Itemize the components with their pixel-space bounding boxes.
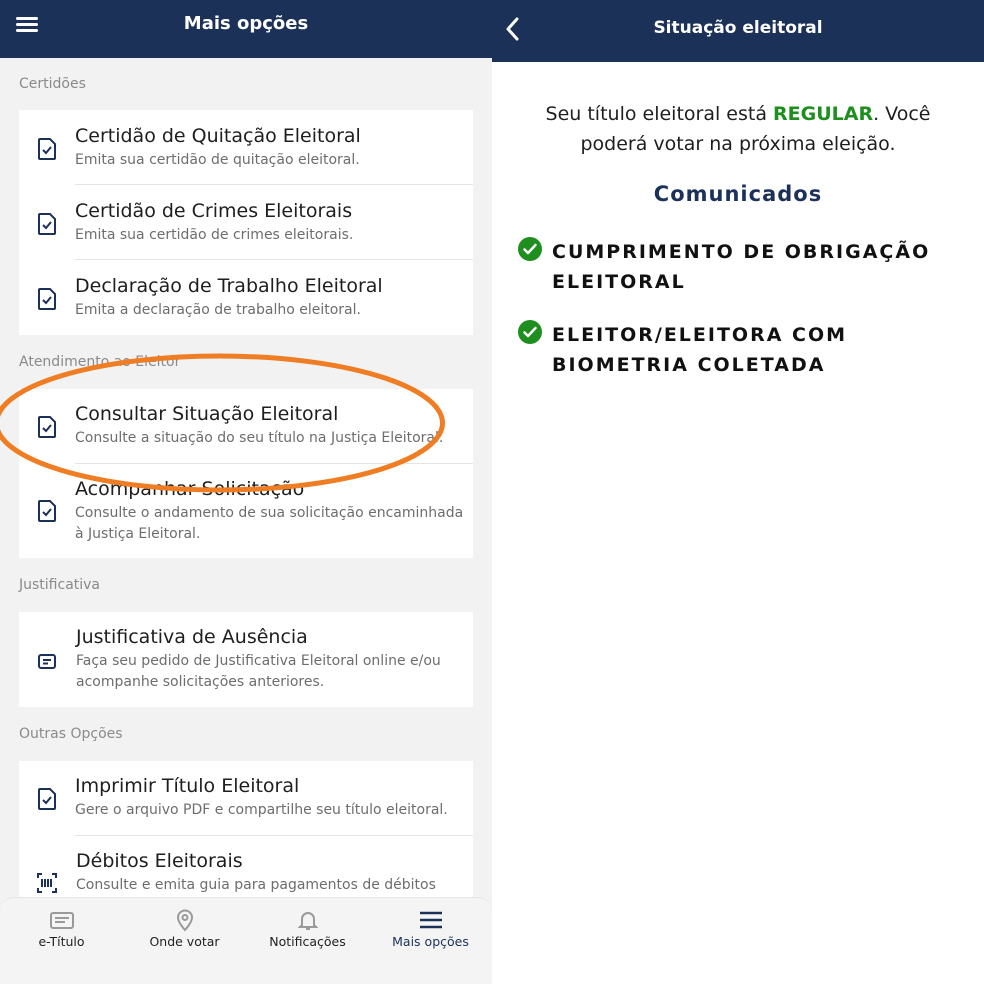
document-check-icon [38, 416, 56, 438]
message-box-icon [38, 654, 56, 669]
nav-tab-onde-votar[interactable]: Onde votar [123, 898, 246, 984]
page-title: Situação eleitoral [653, 18, 823, 38]
nav-tab-e-titulo[interactable]: e-Título [0, 898, 123, 984]
menu-item-subtitle: Faça seu pedido de Justificativa Eleitor… [76, 653, 441, 690]
nav-label: Onde votar [149, 934, 220, 949]
section-label-atendimento: Atendimento ao Eleitor [19, 354, 181, 370]
nav-tab-mais-opcoes[interactable]: Mais opções [369, 898, 492, 984]
more-options-screen: Mais opções Certidões Certidão de Quitaç… [0, 0, 492, 984]
menu-item-subtitle: Consulte o andamento de sua solicitação … [75, 505, 464, 542]
hamburger-menu-icon [419, 911, 442, 929]
top-app-bar: Mais opções [0, 0, 492, 58]
menu-item-subtitle: Consulte a situação do seu título na Jus… [75, 430, 444, 446]
menu-item-acompanhar-solicitacao[interactable]: Acompanhar Solicitação Consulte o andame… [19, 464, 473, 558]
section-card-atendimento: Consultar Situação Eleitoral Consulte a … [19, 389, 473, 558]
notice-text: CUMPRIMENTO DE OBRIGAÇÃO ELEITORAL [552, 241, 931, 293]
menu-item-declaracao-trabalho[interactable]: Declaração de Trabalho Eleitoral Emita a… [19, 260, 473, 335]
nav-tab-notificacoes[interactable]: Notificações [246, 898, 369, 984]
nav-label: Mais opções [392, 934, 469, 949]
menu-item-title: Acompanhar Solicitação [75, 478, 305, 500]
menu-item-title: Imprimir Título Eleitoral [75, 775, 300, 797]
section-card-certidoes: Certidão de Quitação Eleitoral Emita sua… [19, 110, 473, 335]
status-value: REGULAR [773, 103, 874, 125]
menu-item-imprimir-titulo[interactable]: Imprimir Título Eleitoral Gere o arquivo… [19, 761, 473, 836]
comunicados-heading: Comunicados [653, 182, 823, 206]
document-check-icon [38, 138, 56, 160]
menu-item-title: Certidão de Quitação Eleitoral [75, 125, 361, 147]
check-circle-icon [518, 237, 542, 261]
document-check-icon [38, 500, 56, 522]
page-title: Mais opções [183, 13, 309, 34]
map-pin-icon [176, 909, 193, 932]
menu-item-title: Justificativa de Ausência [76, 626, 308, 648]
menu-item-subtitle: Consulte e emita guia para pagamentos de… [76, 877, 436, 893]
notice-item: ELEITOR/ELEITORA COM BIOMETRIA COLETADA [518, 320, 958, 380]
status-prefix: Seu título eleitoral está [545, 103, 774, 125]
menu-item-certidao-quitacao[interactable]: Certidão de Quitação Eleitoral Emita sua… [19, 110, 473, 185]
menu-item-justificativa-ausencia[interactable]: Justificativa de Ausência Faça seu pedid… [19, 612, 473, 707]
menu-item-title: Declaração de Trabalho Eleitoral [75, 275, 383, 297]
notice-item: CUMPRIMENTO DE OBRIGAÇÃO ELEITORAL [518, 237, 958, 297]
nav-label: e-Título [38, 934, 85, 949]
bell-icon [297, 912, 318, 930]
section-label-justificativa: Justificativa [19, 577, 101, 593]
section-card-justificativa: Justificativa de Ausência Faça seu pedid… [19, 612, 473, 707]
section-card-outras-opcoes: Imprimir Título Eleitoral Gere o arquivo… [19, 761, 473, 911]
notice-text: ELEITOR/ELEITORA COM BIOMETRIA COLETADA [552, 324, 848, 376]
document-check-icon [38, 788, 56, 810]
status-message: Seu título eleitoral está REGULAR. Você … [512, 99, 964, 159]
check-circle-icon [518, 320, 542, 344]
menu-item-title: Certidão de Crimes Eleitorais [75, 200, 353, 222]
document-check-icon [38, 288, 56, 310]
menu-item-title: Débitos Eleitorais [76, 850, 243, 872]
nav-label: Notificações [269, 934, 346, 949]
menu-item-certidao-crimes[interactable]: Certidão de Crimes Eleitorais Emita sua … [19, 185, 473, 260]
menu-item-subtitle: Emita sua certidão de crimes eleitorais. [75, 227, 354, 243]
document-check-icon [38, 213, 56, 235]
menu-item-title: Consultar Situação Eleitoral [75, 403, 339, 425]
top-app-bar: Situação eleitoral [492, 0, 984, 62]
barcode-scan-icon [37, 873, 57, 893]
menu-item-subtitle: Emita sua certidão de quitação eleitoral… [75, 152, 360, 168]
menu-item-consultar-situacao[interactable]: Consultar Situação Eleitoral Consulte a … [19, 389, 473, 464]
electoral-status-screen: Situação eleitoral Seu título eleitoral … [492, 0, 984, 984]
menu-item-subtitle: Emita a declaração de trabalho eleitoral… [75, 302, 361, 318]
id-card-icon [49, 912, 74, 929]
bottom-navigation-bar: e-Título Onde votar Notificações Mais op… [0, 897, 492, 984]
section-label-certidoes: Certidões [19, 76, 86, 92]
menu-item-subtitle: Gere o arquivo PDF e compartilhe seu tít… [75, 802, 448, 818]
section-label-outras-opcoes: Outras Opções [19, 726, 123, 742]
